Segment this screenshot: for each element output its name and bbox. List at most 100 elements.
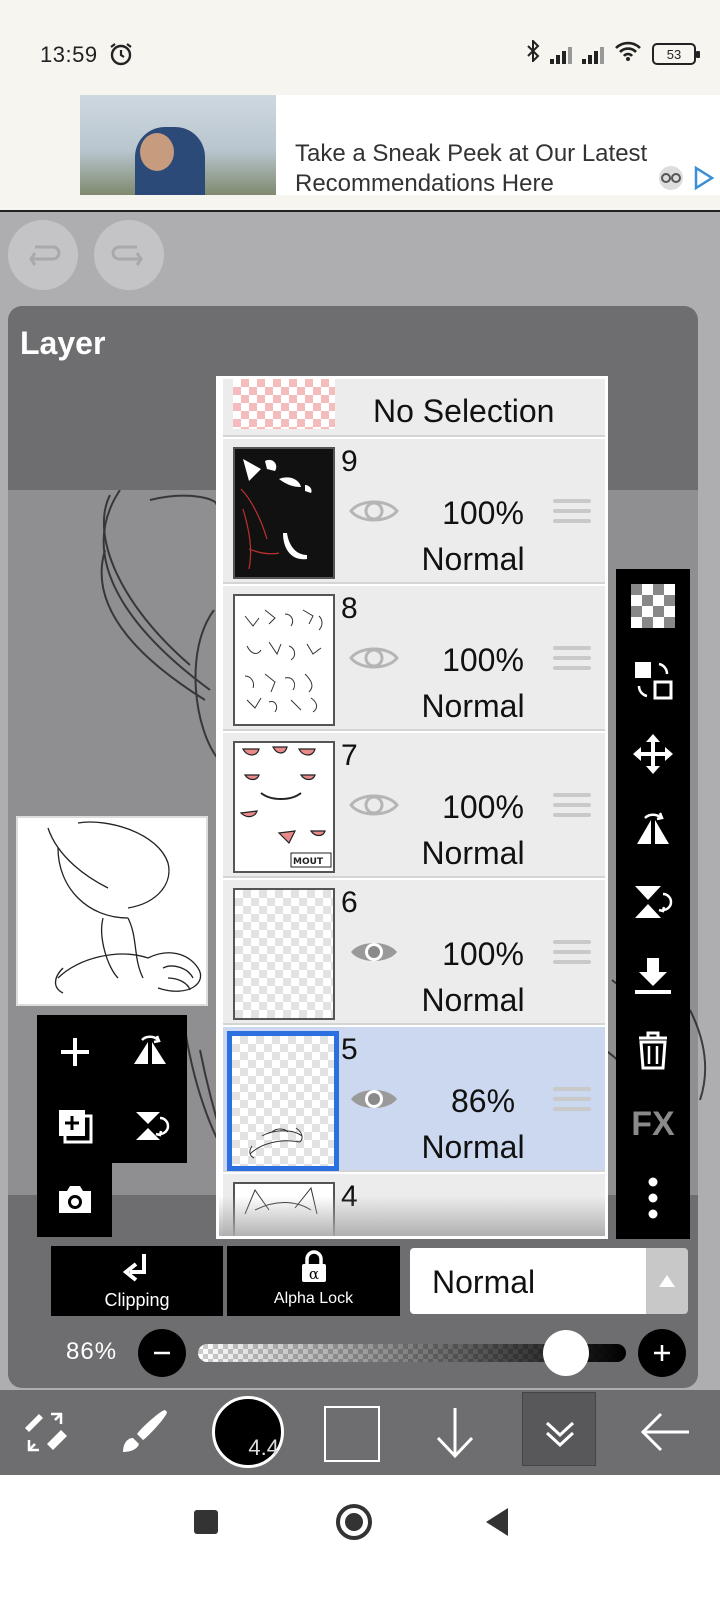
layer-row[interactable]: 6 100% Normal [223,880,605,1025]
opacity-increase-button[interactable] [638,1329,686,1377]
drag-handle-icon[interactable] [553,499,591,529]
add-clipping-layer-button[interactable] [37,1089,112,1163]
move-icon[interactable] [616,717,690,791]
layer-opacity: 100% [442,936,524,972]
ad-headline-1: Take a Sneak Peek at Our Latest [295,140,648,167]
flip-horizontal-layer-button[interactable] [112,1015,187,1089]
wifi-icon [614,40,642,68]
redo-button[interactable] [94,220,164,290]
clipping-label: Clipping [104,1290,170,1310]
layer-row[interactable]: MOUT 7 100% Normal [223,733,605,878]
layer-number: 6 [341,886,358,919]
layer-opacity: 86% [450,1083,516,1119]
eye-icon[interactable] [348,1082,400,1121]
layer-blend-mode: Normal [421,982,525,1018]
color-swatch[interactable] [324,1406,380,1462]
merge-down-icon[interactable] [616,939,690,1013]
drag-handle-icon[interactable] [553,646,591,676]
drag-handle-icon[interactable] [553,1087,591,1117]
trash-icon[interactable] [616,1013,690,1087]
blend-mode-select[interactable]: Normal [410,1248,646,1314]
layer-thumbnail: MOUT [233,741,335,873]
flip-vertical-layer-button[interactable] [112,1089,187,1163]
svg-text:MOUT: MOUT [293,857,324,867]
recents-button[interactable] [194,1510,218,1534]
layer-list[interactable]: No Selection 9 100% Normal 8 100% Normal… [216,376,608,1239]
ad-icons[interactable] [656,165,715,195]
transparent-checker-icon[interactable] [616,569,690,643]
tool-switch-icon[interactable] [10,1392,80,1472]
eye-icon[interactable] [348,641,400,680]
layer-thumbnail [233,594,335,726]
toolbar-divider [0,210,720,212]
status-icons: 53 [526,38,700,68]
clipping-icon [51,1252,223,1291]
arrow-down-icon[interactable] [420,1392,490,1472]
brush-size-button[interactable]: 4.4 [212,1396,284,1468]
layer-opacity: 100% [442,495,524,531]
clipping-button[interactable]: Clipping [51,1246,223,1316]
drag-handle-icon[interactable] [553,940,591,970]
panel-title: Layer [20,325,106,361]
layer-number: 7 [341,739,358,772]
canvas-preview[interactable] [16,816,208,1006]
opacity-decrease-button[interactable] [138,1329,186,1377]
layer-list-scroll-fade [219,1196,605,1236]
alpha-lock-button[interactable]: α Alpha Lock [227,1246,400,1316]
bluetooth-icon [526,38,540,68]
layer-thumbnail [227,1031,339,1171]
camera-icon[interactable] [37,1163,112,1237]
layer-number: 5 [341,1033,358,1066]
layer-number: 9 [341,445,358,478]
alpha-lock-label: Alpha Lock [273,1290,354,1307]
back-button[interactable] [486,1508,508,1536]
layer-blend-mode: Normal [421,835,525,871]
blend-mode-value: Normal [432,1264,536,1300]
opacity-label: 86% [66,1338,118,1365]
alarm-icon [108,41,134,72]
select-layer-icon[interactable] [616,643,690,717]
eye-icon[interactable] [348,788,400,827]
brush-icon[interactable] [110,1392,180,1472]
more-vertical-icon[interactable] [616,1161,690,1235]
ad-banner[interactable]: Take a Sneak Peek at Our Latest Recommen… [80,95,720,195]
layer-row[interactable]: 8 100% Normal [223,586,605,731]
selection-layer-thumbnail [233,379,335,429]
alpha-glyph: α [308,1265,318,1283]
flip-horizontal-icon[interactable] [616,791,690,865]
home-button[interactable] [336,1504,372,1540]
no-selection-label: No Selection [373,393,555,429]
layer-thumbnail [233,447,335,579]
eye-icon[interactable] [348,935,400,974]
opacity-slider-knob[interactable] [543,1330,590,1376]
layer-row-selection[interactable]: No Selection [223,379,605,437]
add-layer-button[interactable] [37,1015,112,1089]
layer-blend-mode: Normal [421,1129,525,1165]
ad-image-head [140,133,174,171]
lock-icon: α [227,1250,400,1291]
ad-info-icon[interactable] [692,165,715,195]
battery-icon: 53 [652,43,700,65]
layer-row-selected[interactable]: 5 86% Normal [223,1027,605,1172]
eye-icon[interactable] [348,494,400,533]
ad-choices-icon[interactable] [656,165,686,195]
flip-vertical-icon[interactable] [616,865,690,939]
layer-tools-right: FX [616,569,690,1239]
fx-button[interactable]: FX [616,1087,690,1161]
brush-size-value: 4.4 [248,1435,279,1460]
layer-row[interactable]: 9 100% Normal [223,439,605,584]
layers-button[interactable] [522,1392,596,1466]
back-arrow-icon[interactable] [630,1392,700,1472]
battery-level: 53 [666,46,682,62]
layer-blend-mode: Normal [421,541,525,577]
ad-text: Take a Sneak Peek at Our Latest Recommen… [295,139,647,195]
undo-button[interactable] [8,220,78,290]
blend-mode-dropdown-arrow-icon[interactable] [646,1248,688,1314]
drag-handle-icon[interactable] [553,793,591,823]
layer-opacity: 100% [442,642,524,678]
layer-number: 8 [341,592,358,625]
ad-headline-2: Recommendations Here [295,170,554,195]
layer-tools-left [37,1015,187,1239]
signal-icon [582,44,604,64]
status-time: 13:59 [40,42,98,67]
